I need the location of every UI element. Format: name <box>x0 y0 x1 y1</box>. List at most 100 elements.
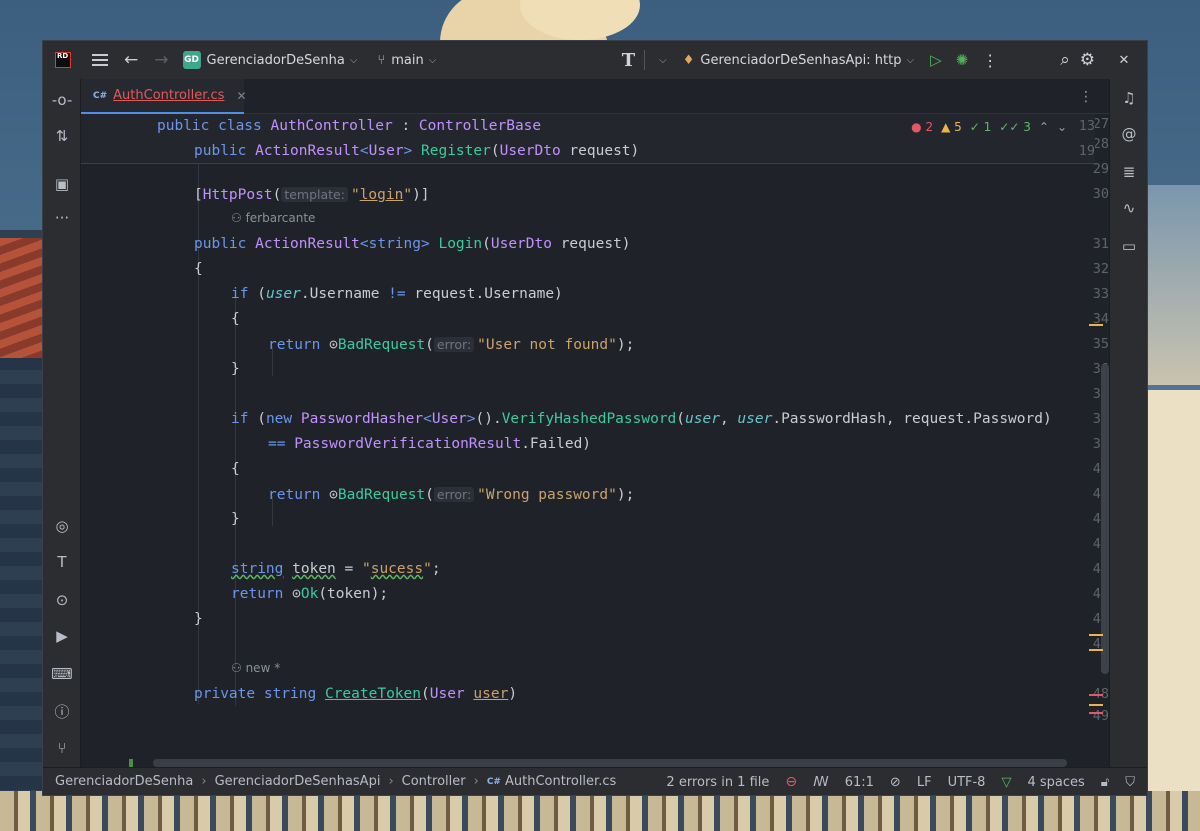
run-config-icon: ♦ <box>682 52 695 68</box>
git-icon[interactable]: ⑂ <box>43 739 81 757</box>
line-number: 46 <box>1037 607 1109 632</box>
close-tab-icon[interactable]: ✕ <box>236 89 246 103</box>
code-line: } <box>231 511 240 527</box>
parameter-hint: error: <box>433 487 475 502</box>
close-icon[interactable]: ✕ <box>1109 45 1139 75</box>
line-number: 44 <box>1037 557 1109 582</box>
shield-icon[interactable]: ⛉ <box>1125 775 1135 790</box>
divider <box>644 50 646 70</box>
error-stop-icon[interactable]: ⊖ <box>785 774 797 790</box>
warning-marker[interactable] <box>1089 634 1103 636</box>
notifications-icon[interactable]: ♫ <box>1110 89 1147 107</box>
more-tools-icon[interactable]: ··· <box>43 209 81 227</box>
structure-icon[interactable]: ▣ <box>43 175 81 193</box>
code-line: if (user.Username != request.Username) <box>231 286 563 302</box>
debug-icon[interactable]: ✺ <box>956 51 969 69</box>
line-ending[interactable]: LF <box>917 775 932 790</box>
errors-summary[interactable]: 2 errors in 1 file <box>666 775 769 790</box>
breadcrumb-item[interactable]: GerenciadorDeSenha <box>55 774 193 789</box>
code-line: == PasswordVerificationResult.Failed) <box>268 436 592 452</box>
commit-icon[interactable]: -o- <box>43 91 81 109</box>
breadcrumb-separator: › <box>201 774 207 789</box>
line-number: 37 <box>1037 382 1109 407</box>
git-branch-icon: ⑂ <box>377 52 386 68</box>
run-configuration-selector[interactable]: ♦ GerenciadorDeSenhasApi: http ⌵ <box>683 53 914 68</box>
parameter-hint: error: <box>433 337 475 352</box>
pull-request-icon[interactable]: ⇅ <box>43 127 81 145</box>
run-icon[interactable]: ▷ <box>930 51 942 69</box>
error-marker[interactable] <box>1089 694 1103 696</box>
project-selector[interactable]: GD GerenciadorDeSenha ⌵ <box>169 41 357 79</box>
rider-logo-icon[interactable]: RD <box>55 52 71 68</box>
ai-completion-icon[interactable]: ꟿ <box>813 775 829 790</box>
previous-problem-icon[interactable]: ⌃ <box>1039 120 1049 134</box>
wallpaper-building <box>1148 390 1200 830</box>
more-actions-icon[interactable]: ⋮ <box>982 51 998 70</box>
left-tool-strip: -o- ⇅ ▣ ··· ◎ T ⊙ ▶ ⌨ ⓘ ⑂ <box>43 79 81 767</box>
branch-selector[interactable]: ⑂ main ⌵ <box>357 41 436 79</box>
line-number: 32 <box>1092 261 1109 277</box>
line-number: 31 <box>1092 236 1109 252</box>
code-line: return ⊙BadRequest(error: "User not found… <box>268 337 635 353</box>
code-area[interactable]: 27 return ⊙Ok(user); 28 } 29 30 [HttpPos… <box>81 114 1109 795</box>
warning-marker[interactable] <box>1089 324 1103 326</box>
error-marker[interactable] <box>1089 712 1103 714</box>
back-arrow-icon[interactable]: ← <box>124 50 138 70</box>
code-vision-new[interactable]: ⚇ new * <box>231 661 280 675</box>
nuget-icon[interactable]: ⊙ <box>43 591 81 609</box>
next-problem-icon[interactable]: ⌄ <box>1057 120 1067 134</box>
inspection-widget[interactable]: ● 2 ▲ 5 ✓ 1 ✓✓ 3 ⌃ ⌄ <box>911 120 1067 134</box>
breadcrumb-item[interactable]: Controller <box>402 774 466 789</box>
parameter-hint: template: <box>281 187 348 202</box>
sticky-scroll-header[interactable]: 13 public class AuthController : Control… <box>81 114 1095 164</box>
breadcrumb-item[interactable]: GerenciadorDeSenhasApi <box>215 774 381 789</box>
line-number: 45 <box>1037 582 1109 607</box>
read-only-toggle-icon[interactable]: ⊘ <box>890 775 901 790</box>
indent-setting[interactable]: 4 spaces <box>1027 775 1084 790</box>
code-vision-author[interactable]: ⚇ ferbarcante <box>231 211 315 225</box>
horizontal-scrollbar[interactable] <box>153 759 1067 767</box>
code-line: { <box>231 461 240 477</box>
line-number: 33 <box>1092 286 1109 302</box>
warning-marker[interactable] <box>1089 649 1103 651</box>
wallpaper-ground <box>0 791 1200 831</box>
build-icon[interactable]: T <box>43 553 81 571</box>
tab-auth-controller[interactable]: C# AuthController.cs ✕ <box>81 79 247 114</box>
code-analysis-icon[interactable]: ▽ <box>1001 775 1011 790</box>
code-line: { <box>231 311 240 327</box>
run-tool-icon[interactable]: ▶ <box>43 627 81 645</box>
file-encoding[interactable]: UTF-8 <box>948 775 986 790</box>
code-line: [HttpPost(template: "login")] <box>194 187 430 203</box>
code-line: return ⊙Ok(token); <box>231 586 389 602</box>
ai-assistant-icon[interactable]: @ <box>1110 125 1147 143</box>
run-configuration-label: GerenciadorDeSenhasApi: http <box>700 52 902 68</box>
problems-icon[interactable]: ⓘ <box>43 701 81 722</box>
build-hammer-icon[interactable]: T <box>622 50 635 71</box>
code-editor: C# AuthController.cs ✕ ⋮ 27 return ⊙Ok(u… <box>81 79 1109 795</box>
code-line: string token = "sucess"; <box>231 561 441 577</box>
weak-warning-count: ✓ 1 <box>969 120 992 134</box>
line-number: 41 <box>1037 482 1109 507</box>
monitor-icon[interactable]: ∿ <box>1110 199 1147 217</box>
code-line: return ⊙BadRequest(error: "Wrong password… <box>268 487 635 503</box>
csharp-file-icon: C# <box>486 776 501 787</box>
line-number: 35 <box>1092 336 1109 352</box>
forward-arrow-icon[interactable]: → <box>154 50 168 70</box>
breadcrumb-item[interactable]: AuthController.cs <box>505 774 616 789</box>
chevron-down-icon[interactable]: ⌵ <box>659 55 667 66</box>
gear-icon[interactable]: ⚙ <box>1080 50 1095 70</box>
caret-position[interactable]: 61:1 <box>845 775 874 790</box>
csharp-file-icon: C# <box>93 90 108 101</box>
services-icon[interactable]: ◎ <box>43 517 81 535</box>
main-menu-icon[interactable] <box>92 54 108 66</box>
warning-marker[interactable] <box>1089 704 1103 706</box>
folder-icon[interactable]: ▭ <box>1110 237 1147 255</box>
terminal-icon[interactable]: ⌨ <box>43 665 81 683</box>
branch-name: main <box>391 52 424 68</box>
tab-options-icon[interactable]: ⋮ <box>1079 89 1093 105</box>
database-icon[interactable]: ≣ <box>1110 163 1147 181</box>
vertical-scrollbar[interactable] <box>1101 364 1109 674</box>
search-icon[interactable]: ⌕ <box>1060 50 1070 70</box>
status-bar: GerenciadorDeSenha › GerenciadorDeSenhas… <box>43 767 1147 795</box>
lock-icon[interactable]: 🔓︎ <box>1101 775 1109 790</box>
